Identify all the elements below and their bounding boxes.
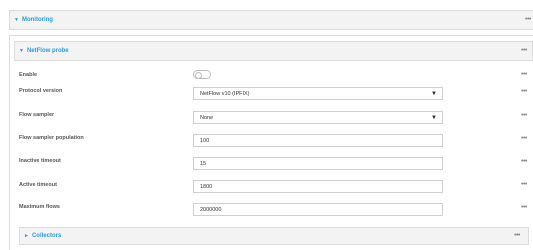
- inactive-timeout-value: 15: [200, 160, 207, 167]
- flow-sampler-label: Flow sampler: [19, 112, 55, 118]
- inactive-timeout-menu-icon[interactable]: •••: [521, 158, 527, 165]
- protocol-version-select[interactable]: NetFlow v10 (IPFIX) ▼: [193, 87, 443, 100]
- flow-sampler-population-input[interactable]: 100: [193, 134, 443, 147]
- inactive-timeout-label: Inactive timeout: [19, 158, 61, 164]
- monitoring-title[interactable]: ▼ Monitoring: [14, 17, 53, 23]
- flow-sampler-population-menu-icon[interactable]: •••: [521, 135, 527, 142]
- triangle-down-icon: ▼: [14, 17, 19, 23]
- flow-sampler-population-value: 100: [200, 137, 210, 144]
- netflow-menu-icon[interactable]: •••: [521, 47, 527, 54]
- protocol-version-value: NetFlow v10 (IPFIX): [200, 90, 250, 97]
- collectors-title[interactable]: ► Collectors: [24, 233, 61, 239]
- enable-toggle[interactable]: [193, 70, 211, 79]
- inactive-timeout-input[interactable]: 15: [193, 157, 443, 170]
- monitoring-menu-icon[interactable]: •••: [525, 16, 531, 23]
- flow-sampler-value: None: [200, 114, 214, 121]
- flow-sampler-population-label: Flow sampler population: [19, 135, 84, 141]
- triangle-right-icon: ►: [24, 233, 29, 239]
- toggle-knob: [194, 71, 202, 79]
- caret-down-icon: ▼: [431, 91, 437, 97]
- netflow-title-text: NetFlow probe: [26, 48, 69, 54]
- enable-menu-icon[interactable]: •••: [521, 71, 527, 78]
- collectors-title-text: Collectors: [31, 233, 62, 239]
- maximum-flows-label: Maximum flows: [19, 204, 60, 210]
- maximum-flows-menu-icon[interactable]: •••: [521, 204, 527, 211]
- triangle-down-icon: ▼: [19, 48, 24, 54]
- monitoring-header[interactable]: ▼ Monitoring: [9, 10, 533, 30]
- collectors-header[interactable]: ► Collectors: [19, 227, 529, 245]
- netflow-header[interactable]: ▼ NetFlow probe: [14, 41, 533, 61]
- flow-sampler-menu-icon[interactable]: •••: [521, 112, 527, 119]
- caret-down-icon: ▼: [431, 115, 437, 121]
- netflow-title[interactable]: ▼ NetFlow probe: [19, 48, 69, 54]
- active-timeout-input[interactable]: 1800: [193, 180, 443, 193]
- flow-sampler-select[interactable]: None ▼: [193, 111, 443, 124]
- active-timeout-menu-icon[interactable]: •••: [521, 181, 527, 188]
- maximum-flows-input[interactable]: 2000000: [193, 203, 443, 216]
- protocol-version-label: Protocol version: [19, 88, 63, 94]
- collectors-menu-icon[interactable]: •••: [514, 232, 520, 239]
- enable-label: Enable: [19, 72, 38, 78]
- protocol-version-menu-icon[interactable]: •••: [521, 88, 527, 95]
- monitoring-title-text: Monitoring: [21, 17, 53, 23]
- active-timeout-value: 1800: [200, 183, 213, 190]
- maximum-flows-value: 2000000: [200, 206, 222, 213]
- active-timeout-label: Active timeout: [19, 182, 57, 188]
